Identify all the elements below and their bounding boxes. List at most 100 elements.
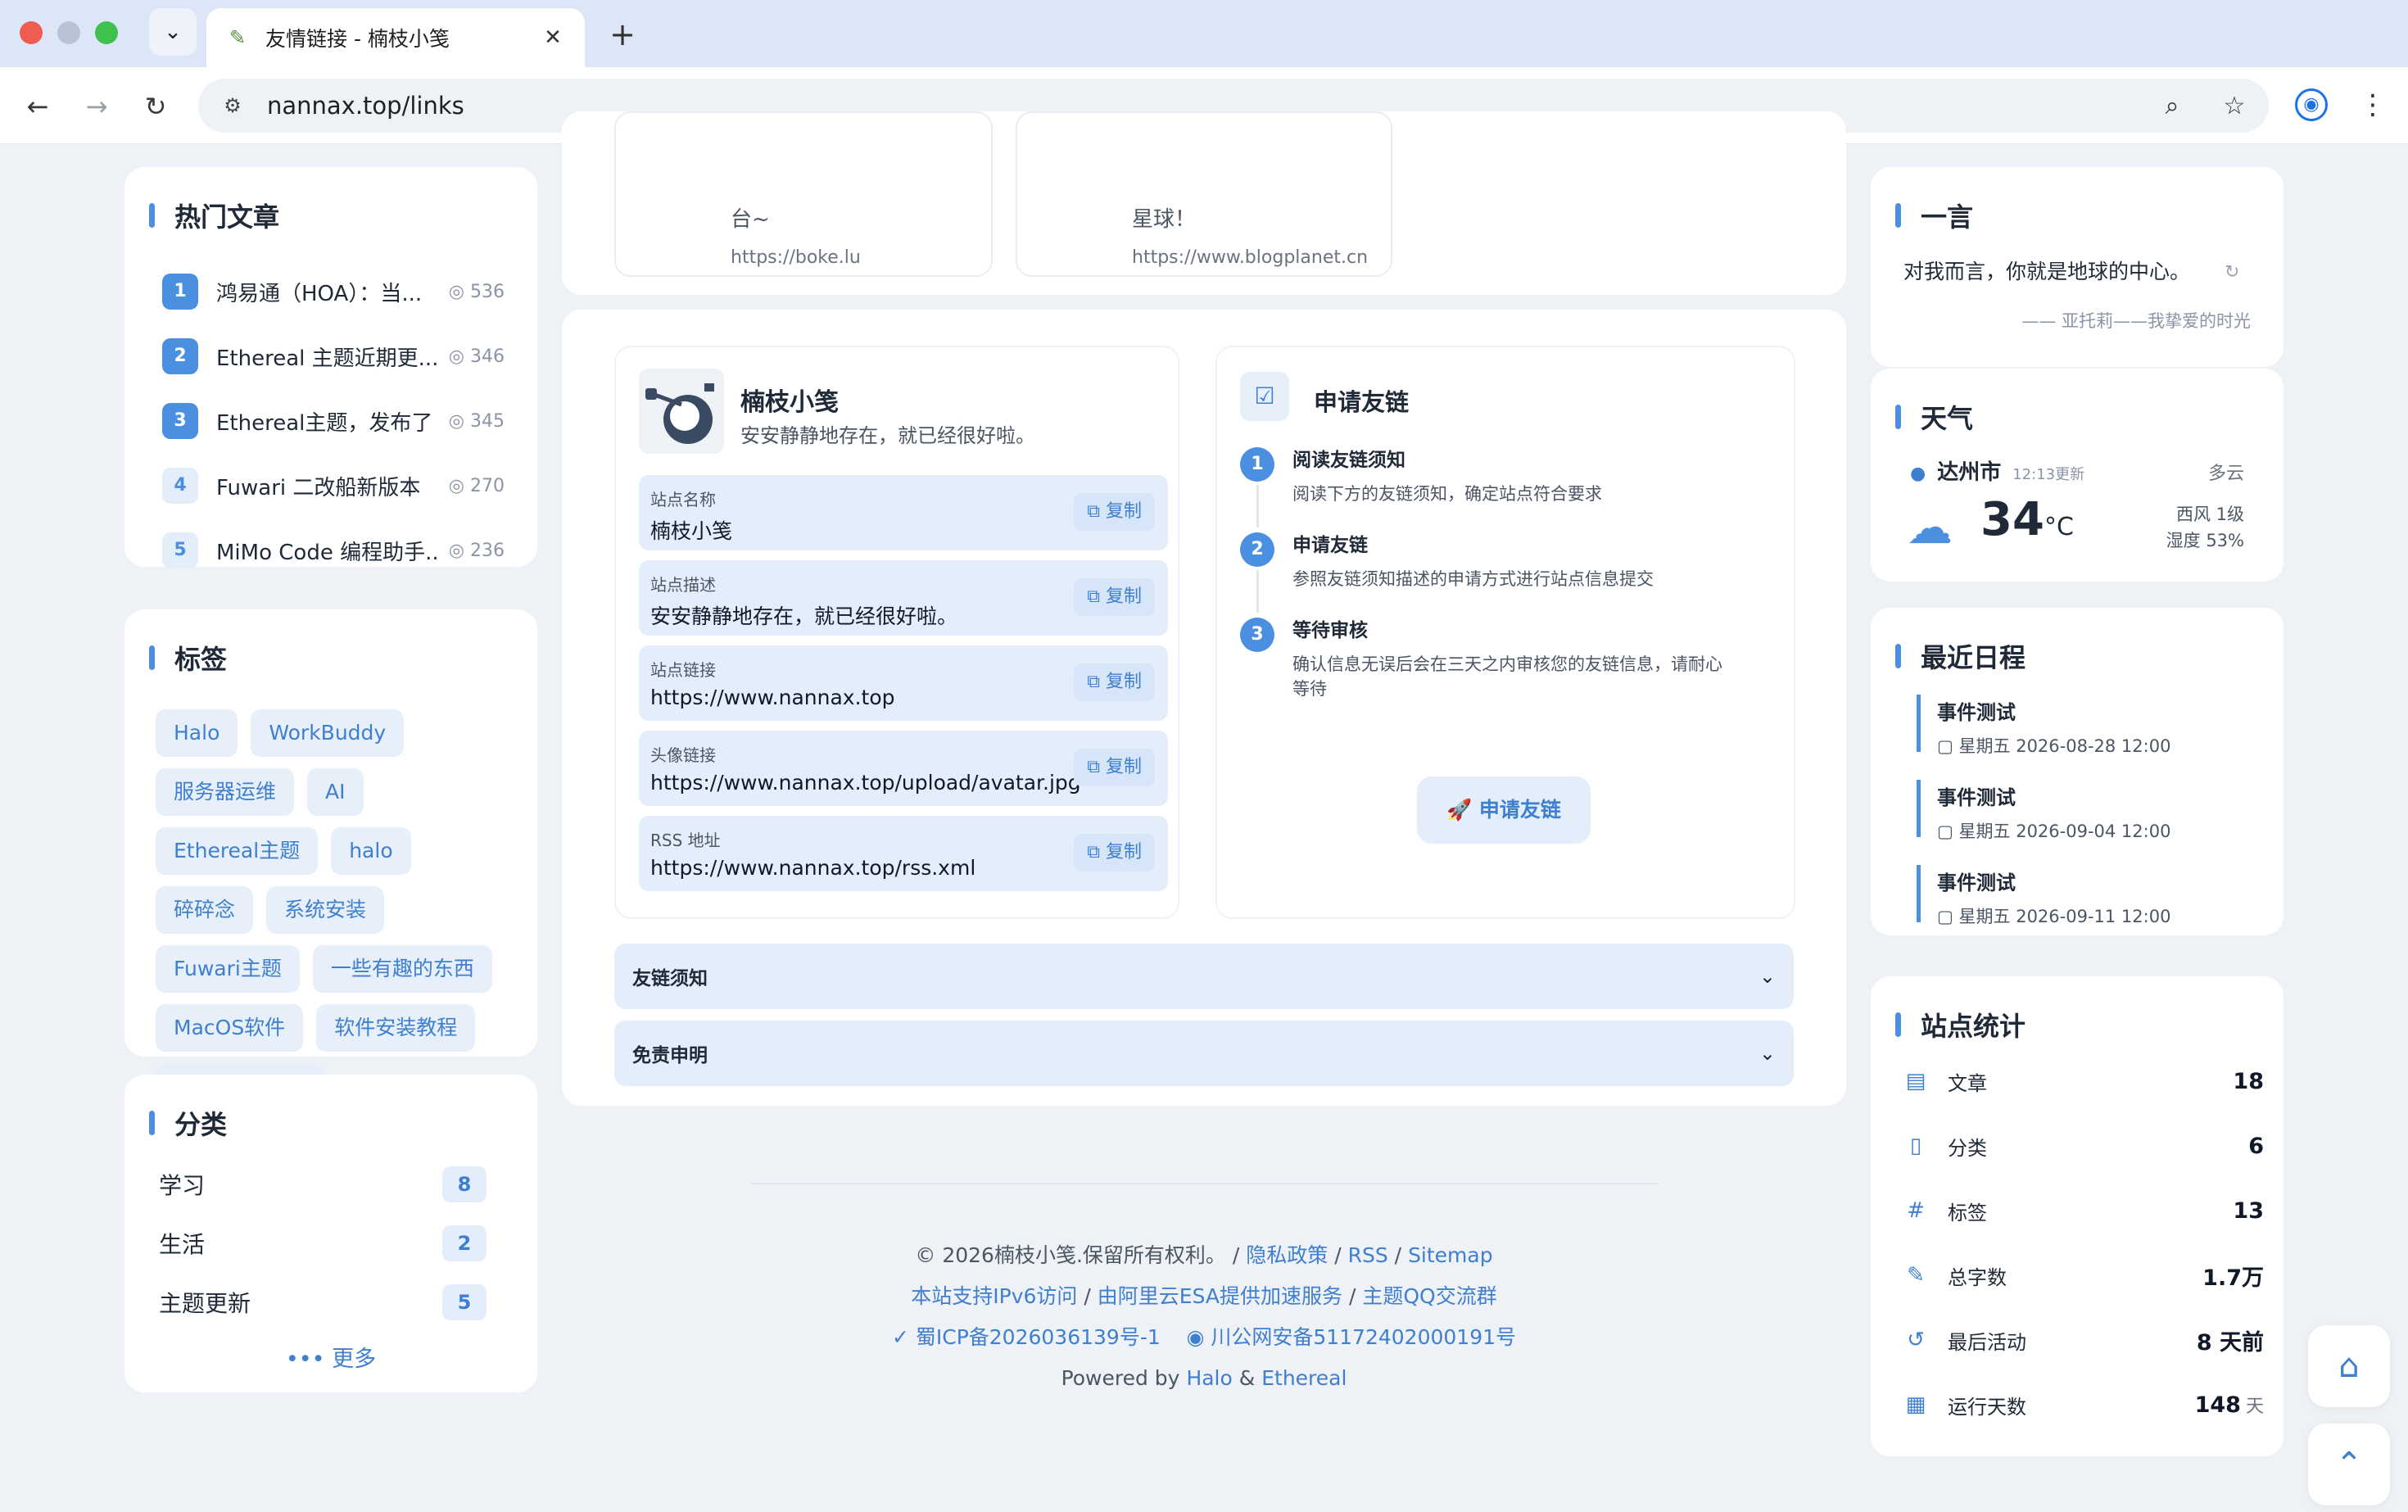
apply-steps: 1 阅读友链须知 阅读下方的友链须知，确定站点符合要求 2 申请友链 参照友链须… [1240, 444, 1781, 699]
hot-post-item[interactable]: 4 Fuwari 二改船新版本 ◎ 270 [162, 468, 505, 504]
maximize-window-button[interactable] [95, 21, 118, 44]
copy-button[interactable]: ⧉ 复制 [1074, 834, 1155, 871]
tab-search-button[interactable]: ⌄ [149, 8, 197, 56]
tag-chip[interactable]: Ethereal主题 [156, 827, 319, 875]
tag-chip[interactable]: AI [307, 768, 364, 816]
event-item[interactable]: 事件测试 ▢ 星期五 2026-09-11 12:00 [1917, 865, 2261, 926]
bookmark-star-icon[interactable]: ☆ [2218, 92, 2251, 120]
friend-link-card[interactable]: 星球！ https://www.blogplanet.cn [1016, 111, 1392, 277]
qq-group-link[interactable]: 主题QQ交流群 [1362, 1284, 1496, 1308]
refresh-icon[interactable]: ↻ [2225, 262, 2239, 283]
police-link[interactable]: ◉ 川公网安备51172402000191号 [1187, 1325, 1516, 1349]
sitemap-link[interactable]: Sitemap [1408, 1243, 1493, 1267]
tag-chip[interactable]: halo [331, 827, 411, 875]
calendar-icon: ▦ [1905, 1392, 1926, 1417]
site-favicon-icon: ✎ [229, 26, 247, 49]
hot-post-item[interactable]: 5 MiMo Code 编程助手... ◎ 236 [162, 532, 505, 568]
browser-tab-bar: ⌄ ✎ 友情链接 - 楠枝小笺 ✕ + [0, 0, 2408, 67]
tag-chip[interactable]: 碎碎念 [156, 886, 254, 934]
category-name[interactable]: 学习 [159, 1168, 205, 1201]
forward-button[interactable]: → [79, 88, 115, 124]
stat-row-posts: ▤ 文章 18 [1903, 1063, 2264, 1099]
new-tab-button[interactable]: + [606, 16, 639, 52]
tag-chip[interactable]: Fuwari主题 [156, 945, 300, 993]
weather-condition: 多云 [2207, 464, 2244, 484]
icp-link[interactable]: ✓ 蜀ICP备2026036139号-1 [892, 1325, 1161, 1349]
event-item[interactable]: 事件测试 ▢ 星期五 2026-08-28 12:00 [1917, 695, 2261, 756]
category-item[interactable]: 生活 2 [159, 1225, 487, 1261]
accordion-link-rules[interactable]: 友链须知 ⌄ [614, 944, 1794, 1009]
back-to-top-button[interactable]: ⌃ [2308, 1424, 2390, 1505]
hot-post-item[interactable]: 3 Ethereal主题，发布了 ◎ 345 [162, 403, 505, 439]
category-name[interactable]: 生活 [159, 1227, 205, 1260]
views-count: ◎ 236 [448, 540, 505, 561]
zoom-icon[interactable]: ⌕ [2156, 92, 2188, 120]
friend-link-card[interactable]: 台~ https://boke.lu [614, 111, 993, 277]
category-item[interactable]: 学习 8 [159, 1166, 487, 1202]
esa-link[interactable]: 由阿里云ESA提供加速服务 [1098, 1284, 1342, 1308]
tag-chip[interactable]: 服务器运维 [156, 768, 295, 816]
profile-icon[interactable]: ◉ [2295, 88, 2328, 121]
friend-links-card: 台~ https://boke.lu 星球！ https://www.blogp… [562, 111, 1846, 295]
close-window-button[interactable] [20, 21, 43, 44]
accordion-disclaimer[interactable]: 免责申明 ⌄ [614, 1021, 1794, 1086]
friend-url[interactable]: https://www.blogplanet.cn [1132, 247, 1368, 268]
halo-link[interactable]: Halo [1186, 1366, 1232, 1390]
hot-post-title[interactable]: 鸿易通（HOA）：当... [216, 277, 439, 307]
ipv6-link[interactable]: 本站支持IPv6访问 [911, 1284, 1077, 1308]
reload-button[interactable]: ↻ [138, 88, 174, 124]
checklist-icon: ☑ [1240, 372, 1289, 421]
stats-list: ▤ 文章 18 ▯ 分类 6 # 标签 13 ✎ 总字数 1.7万 ↺ 最后活动 [1903, 1063, 2264, 1451]
weather-city: 达州市 [1937, 460, 2002, 485]
close-tab-icon[interactable]: ✕ [541, 25, 565, 50]
hot-post-title[interactable]: Ethereal 主题近期更... [216, 342, 439, 372]
tag-chip[interactable]: 一些有趣的东西 [312, 945, 492, 993]
apply-link-button[interactable]: 🚀 申请友链 [1417, 776, 1591, 844]
copy-button[interactable]: ⧉ 复制 [1074, 493, 1155, 531]
location-pin-icon: ● [1910, 464, 1926, 484]
tag-chip[interactable]: WorkBuddy [251, 709, 405, 757]
site-name: 楠枝小笺 [740, 388, 839, 417]
copy-button[interactable]: ⧉ 复制 [1074, 663, 1155, 701]
browser-menu-icon[interactable]: ⋮ [2359, 87, 2387, 123]
chevron-down-icon: ⌄ [1758, 1042, 1776, 1065]
stat-label: 总字数 [1948, 1265, 2007, 1289]
event-item[interactable]: 事件测试 ▢ 星期五 2026-09-04 12:00 [1917, 780, 2261, 841]
copy-button[interactable]: ⧉ 复制 [1074, 749, 1155, 786]
history-icon: ↺ [1907, 1328, 1925, 1352]
step-number: 3 [1240, 618, 1274, 652]
stat-row-tags: # 标签 13 [1903, 1193, 2264, 1229]
chevron-down-icon: ⌄ [164, 20, 182, 44]
footer-line-2: 本站支持IPv6访问 / 由阿里云ESA提供加速服务 / 主题QQ交流群 [911, 1284, 1497, 1308]
step-connector [1256, 485, 1259, 527]
tag-chip[interactable]: Halo [156, 709, 238, 757]
category-count-badge: 5 [442, 1284, 487, 1320]
tag-chip[interactable]: MacOS软件 [156, 1004, 304, 1052]
copy-button[interactable]: ⧉ 复制 [1074, 578, 1155, 616]
hot-post-title[interactable]: Fuwari 二改船新版本 [216, 471, 439, 501]
footer-line-1: © 2026楠枝小笺.保留所有权利。 / 隐私政策 / RSS / Sitema… [915, 1243, 1493, 1267]
hot-post-title[interactable]: Ethereal主题，发布了 [216, 406, 439, 437]
friend-desc: 星球！ [1132, 207, 1197, 232]
minimize-window-button[interactable] [57, 21, 80, 44]
hot-posts-list: 1 鸿易通（HOA）：当... ◎ 536 2 Ethereal 主题近期更..… [162, 274, 629, 599]
site-settings-icon[interactable]: ⚙ [216, 94, 249, 117]
hot-post-title[interactable]: MiMo Code 编程助手... [216, 536, 439, 566]
category-name[interactable]: 主题更新 [159, 1286, 251, 1319]
widget-title: 最近日程 [1895, 637, 2026, 675]
weather-widget: 天气 ● 达州市 12:13更新 多云 ☁ 34°C 西风 1级 湿度 53% [1871, 369, 2284, 582]
tag-chip[interactable]: 系统安装 [266, 886, 385, 934]
back-button[interactable]: ← [20, 88, 56, 124]
hot-post-item[interactable]: 1 鸿易通（HOA）：当... ◎ 536 [162, 274, 505, 310]
category-item[interactable]: 主题更新 5 [159, 1284, 487, 1320]
ethereal-link[interactable]: Ethereal [1261, 1366, 1347, 1390]
tag-chip[interactable]: 软件安装教程 [316, 1004, 476, 1052]
home-button[interactable]: ⌂ [2308, 1325, 2390, 1407]
category-count-badge: 8 [442, 1166, 487, 1202]
browser-tab-active[interactable]: ✎ 友情链接 - 楠枝小笺 ✕ [206, 8, 585, 67]
privacy-link[interactable]: 隐私政策 [1246, 1243, 1328, 1267]
more-categories-link[interactable]: ••• 更多 [124, 1341, 537, 1373]
hot-post-item[interactable]: 2 Ethereal 主题近期更... ◎ 346 [162, 338, 505, 374]
rss-link[interactable]: RSS [1348, 1243, 1388, 1267]
friend-url[interactable]: https://boke.lu [731, 247, 861, 268]
